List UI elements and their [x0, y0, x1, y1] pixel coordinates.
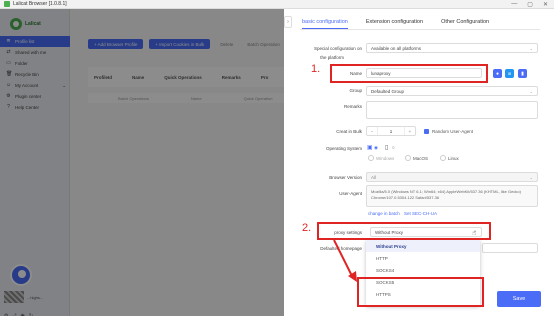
save-button[interactable]: Save	[497, 291, 541, 307]
browser-version-value: All	[371, 174, 377, 180]
browser-version-select[interactable]: All ⌄	[366, 172, 538, 182]
chevron-down-icon: ⌄	[529, 89, 533, 94]
special-config-select[interactable]: Available on all platforms ⌄	[366, 43, 538, 53]
os-option-macos: MacOS	[413, 156, 429, 161]
os-label: Operating System	[325, 146, 362, 151]
dropdown-option-http[interactable]: HTTP	[366, 252, 480, 264]
annotation-box-name	[330, 64, 488, 83]
special-config-label: Special configuration on	[313, 46, 362, 51]
dropdown-option-without-proxy[interactable]: Without Proxy	[366, 240, 480, 252]
special-config-value: Available on all platforms	[371, 45, 421, 51]
app-icon	[4, 1, 10, 7]
dropdown-option-socks4[interactable]: SOCKS4	[366, 264, 480, 276]
desktop-icon[interactable]: ▣	[367, 144, 373, 151]
tab-other-configuration[interactable]: Other Configuration	[441, 19, 489, 29]
radio-selected-icon[interactable]: ◉	[374, 145, 378, 151]
annotation-step-1: 1.	[311, 63, 321, 75]
change-in-batch-link[interactable]: change in batch	[368, 211, 400, 216]
quantity-value[interactable]: 1	[377, 127, 405, 135]
annotation-arrow-icon	[333, 239, 357, 282]
close-button[interactable]: ✕	[543, 1, 548, 8]
quantity-stepper[interactable]: − 1 +	[366, 126, 416, 136]
os-option-windows: Windows	[376, 156, 395, 161]
window-titlebar: Lalicat Browser [1.0.8.1] — ▢ ✕	[0, 0, 554, 9]
user-agent-label: User-Agent	[339, 191, 362, 196]
radio-icon[interactable]: ○	[392, 145, 395, 150]
chevron-right-icon[interactable]: ›	[284, 16, 292, 28]
create-bulk-label: Creat in Bulk	[336, 129, 362, 134]
browser-version-label: Browser Version	[329, 175, 362, 180]
annotation-step-2: 2.	[302, 222, 312, 234]
set-sec-ch-ua-link[interactable]: Set SEC-CH-UA	[404, 211, 437, 216]
maximize-button[interactable]: ▢	[527, 1, 533, 8]
group-label: Group	[349, 88, 362, 93]
random-ua-label: Random User-Agent	[432, 129, 474, 134]
chevron-down-icon: ⌄	[529, 46, 533, 51]
annotation-box-socks5-https	[357, 277, 484, 307]
tab-basic-configuration[interactable]: basic configuration	[302, 19, 348, 29]
minimize-button[interactable]: —	[511, 1, 517, 8]
special-config-sublabel: the platform	[320, 55, 344, 60]
increment-button[interactable]: +	[405, 127, 415, 135]
os-radio-windows[interactable]	[368, 155, 374, 161]
tab-divider	[300, 29, 540, 30]
group-select[interactable]: Defaulted Group ⌄	[366, 86, 538, 96]
windows-icon[interactable]: ⊞	[505, 69, 514, 78]
window-controls: — ▢ ✕	[511, 1, 548, 8]
mobile-icon[interactable]: ▯	[385, 144, 388, 151]
window-title: Lalicat Browser [1.0.8.1]	[13, 1, 67, 7]
random-ua-checkbox[interactable]	[424, 129, 429, 134]
config-tabs: basic configuration Extension configurat…	[302, 19, 489, 29]
os-radio-macos[interactable]	[405, 155, 411, 161]
tab-extension-configuration[interactable]: Extension configuration	[366, 19, 423, 29]
user-agent-textarea[interactable]: Mozilla/5.0 (Windows NT 6.1; Win64; x64)…	[366, 185, 538, 207]
android-icon[interactable]: ▮	[518, 69, 527, 78]
remarks-textarea[interactable]	[366, 101, 538, 119]
os-option-linux: Linux	[448, 156, 459, 161]
os-radio-linux[interactable]	[440, 155, 446, 161]
remarks-label: Remarks	[343, 104, 362, 109]
decrement-button[interactable]: −	[367, 127, 377, 135]
modal-overlay[interactable]	[0, 9, 284, 316]
chevron-down-icon: ⌄	[529, 175, 533, 180]
group-value: Defaulted Group	[371, 88, 405, 94]
apple-icon[interactable]: ●	[493, 69, 502, 78]
default-homepage-input[interactable]	[482, 243, 538, 253]
